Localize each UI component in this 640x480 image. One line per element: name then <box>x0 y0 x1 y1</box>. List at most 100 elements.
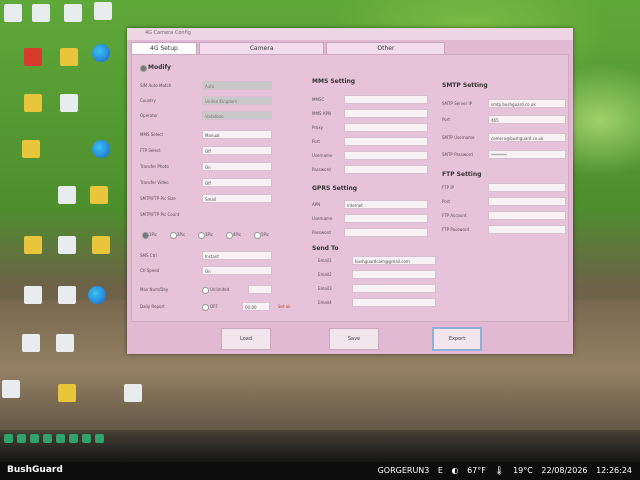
field-label: MMS APN <box>312 111 331 116</box>
field-label: MMSC <box>312 97 325 102</box>
email4-input[interactable] <box>352 298 436 307</box>
taskbar-app-icon[interactable] <box>17 434 26 443</box>
desktop-file-icon[interactable] <box>32 4 50 22</box>
email3-input[interactable] <box>352 284 436 293</box>
save-button[interactable]: Save <box>329 328 379 350</box>
pic-count-radio[interactable] <box>226 232 233 239</box>
taskbar-app-icon[interactable] <box>56 434 65 443</box>
desktop-file-icon[interactable] <box>56 334 74 352</box>
ctl-speed-select[interactable]: On <box>202 266 272 275</box>
desktop-file-icon[interactable] <box>24 286 42 304</box>
mms-proxy-input[interactable] <box>344 123 428 132</box>
desktop-file-icon[interactable] <box>60 94 78 112</box>
field-label: Daily Report <box>140 304 165 309</box>
field-label: Proxy <box>312 125 323 130</box>
pic-count-radio[interactable] <box>254 232 261 239</box>
desktop-file-icon[interactable] <box>58 186 76 204</box>
unlimited-radio[interactable] <box>202 287 209 294</box>
pic-count-radio[interactable] <box>142 232 149 239</box>
smtp-port-input[interactable]: 465 <box>488 115 566 124</box>
camera-name: GORGERUN3 <box>377 466 430 475</box>
desktop-file-icon[interactable] <box>94 2 112 20</box>
modify-checkbox[interactable] <box>140 65 147 72</box>
pic-count-radio[interactable] <box>198 232 205 239</box>
folder-icon[interactable] <box>90 186 108 204</box>
folder-icon[interactable] <box>24 94 42 112</box>
desktop-file-icon[interactable] <box>22 334 40 352</box>
smtp-server-input[interactable]: smtp.bushguard.co.uk <box>488 99 566 108</box>
ftp-port-input[interactable] <box>488 197 566 206</box>
field-label: Password <box>312 167 331 172</box>
pic-count-radio[interactable] <box>170 232 177 239</box>
ftp-ip-input[interactable] <box>488 183 566 192</box>
mms-password-input[interactable] <box>344 165 428 174</box>
ftp-password-input[interactable] <box>488 225 566 234</box>
daily-report-time[interactable]: 00:00 <box>242 302 270 311</box>
folder-icon[interactable] <box>92 236 110 254</box>
folder-icon[interactable] <box>22 140 40 158</box>
taskbar-app-icon[interactable] <box>82 434 91 443</box>
desktop-file-icon[interactable] <box>2 380 20 398</box>
modify-title: Modify <box>148 64 171 71</box>
folder-icon[interactable] <box>24 236 42 254</box>
field-label: FTP IP <box>442 185 454 190</box>
max-num-input[interactable] <box>248 285 272 294</box>
pic-size-select[interactable]: Small <box>202 194 272 203</box>
sim-auto-match-select[interactable]: Auto <box>202 81 272 90</box>
temp-celsius: 19°C <box>513 466 533 475</box>
transfer-video-select[interactable]: Off <box>202 178 272 187</box>
app-red-icon[interactable] <box>24 48 42 66</box>
gprs-username-input[interactable] <box>344 214 428 223</box>
ftp-title: FTP Setting <box>442 171 482 178</box>
ftp-select[interactable]: Off <box>202 146 272 155</box>
sendto-title: Send To <box>312 245 339 252</box>
field-label: Port <box>312 139 320 144</box>
window-titlebar[interactable]: 4G Camera Config <box>127 28 573 40</box>
taskbar-app-icon[interactable] <box>69 434 78 443</box>
smtp-password-input[interactable]: ******** <box>488 150 566 159</box>
pic-count-label: 3Pic <box>205 232 214 237</box>
mms-port-input[interactable] <box>344 137 428 146</box>
email2-input[interactable] <box>352 270 436 279</box>
country-select[interactable]: United Kingdom <box>202 96 272 105</box>
email1-input[interactable]: bushguardcam@gmail.com <box>352 256 436 265</box>
mms-username-input[interactable] <box>344 151 428 160</box>
edge-browser-icon[interactable] <box>92 140 110 158</box>
desktop-file-icon[interactable] <box>4 4 22 22</box>
transfer-photo-select[interactable]: On <box>202 162 272 171</box>
taskbar-app-icon[interactable] <box>4 434 13 443</box>
field-label: FTP Select <box>140 148 161 153</box>
mms-apn-input[interactable] <box>344 109 428 118</box>
operator-select[interactable]: Vodafone <box>202 111 272 120</box>
folder-icon[interactable] <box>60 48 78 66</box>
desktop-file-icon[interactable] <box>58 286 76 304</box>
load-button[interactable]: Load <box>221 328 271 350</box>
edge-browser-icon[interactable] <box>92 44 110 62</box>
compass-direction: E <box>437 466 443 475</box>
tab-content-4g-setup: Modify SIM Auto Match Auto Country Unite… <box>131 54 569 322</box>
taskbar-app-icon[interactable] <box>30 434 39 443</box>
edge-browser-icon[interactable] <box>88 286 106 304</box>
field-label: SIM Auto Match <box>140 83 172 88</box>
field-label: SMTP Username <box>442 135 475 140</box>
field-label: Email2 <box>318 272 332 277</box>
mms-select[interactable]: Manual <box>202 130 272 139</box>
gprs-apn-input[interactable]: internet <box>344 200 428 209</box>
taskbar-app-icon[interactable] <box>95 434 104 443</box>
field-label: APN <box>312 202 321 207</box>
gprs-password-input[interactable] <box>344 228 428 237</box>
ftp-account-input[interactable] <box>488 211 566 220</box>
taskbar-app-icon[interactable] <box>43 434 52 443</box>
field-label: Email4 <box>318 300 332 305</box>
sms-ctrl-select[interactable]: Instant <box>202 251 272 260</box>
mmsc-input[interactable] <box>344 95 428 104</box>
field-label: Country <box>140 98 156 103</box>
windows-taskbar-icons <box>0 434 204 448</box>
desktop-file-icon[interactable] <box>64 4 82 22</box>
desktop-file-icon[interactable] <box>124 384 142 402</box>
export-button[interactable]: Export <box>432 327 482 351</box>
desktop-file-icon[interactable] <box>58 236 76 254</box>
smtp-username-input[interactable]: camera@bushguard.co.uk <box>488 133 566 142</box>
folder-icon[interactable] <box>58 384 76 402</box>
daily-report-radio[interactable] <box>202 304 209 311</box>
